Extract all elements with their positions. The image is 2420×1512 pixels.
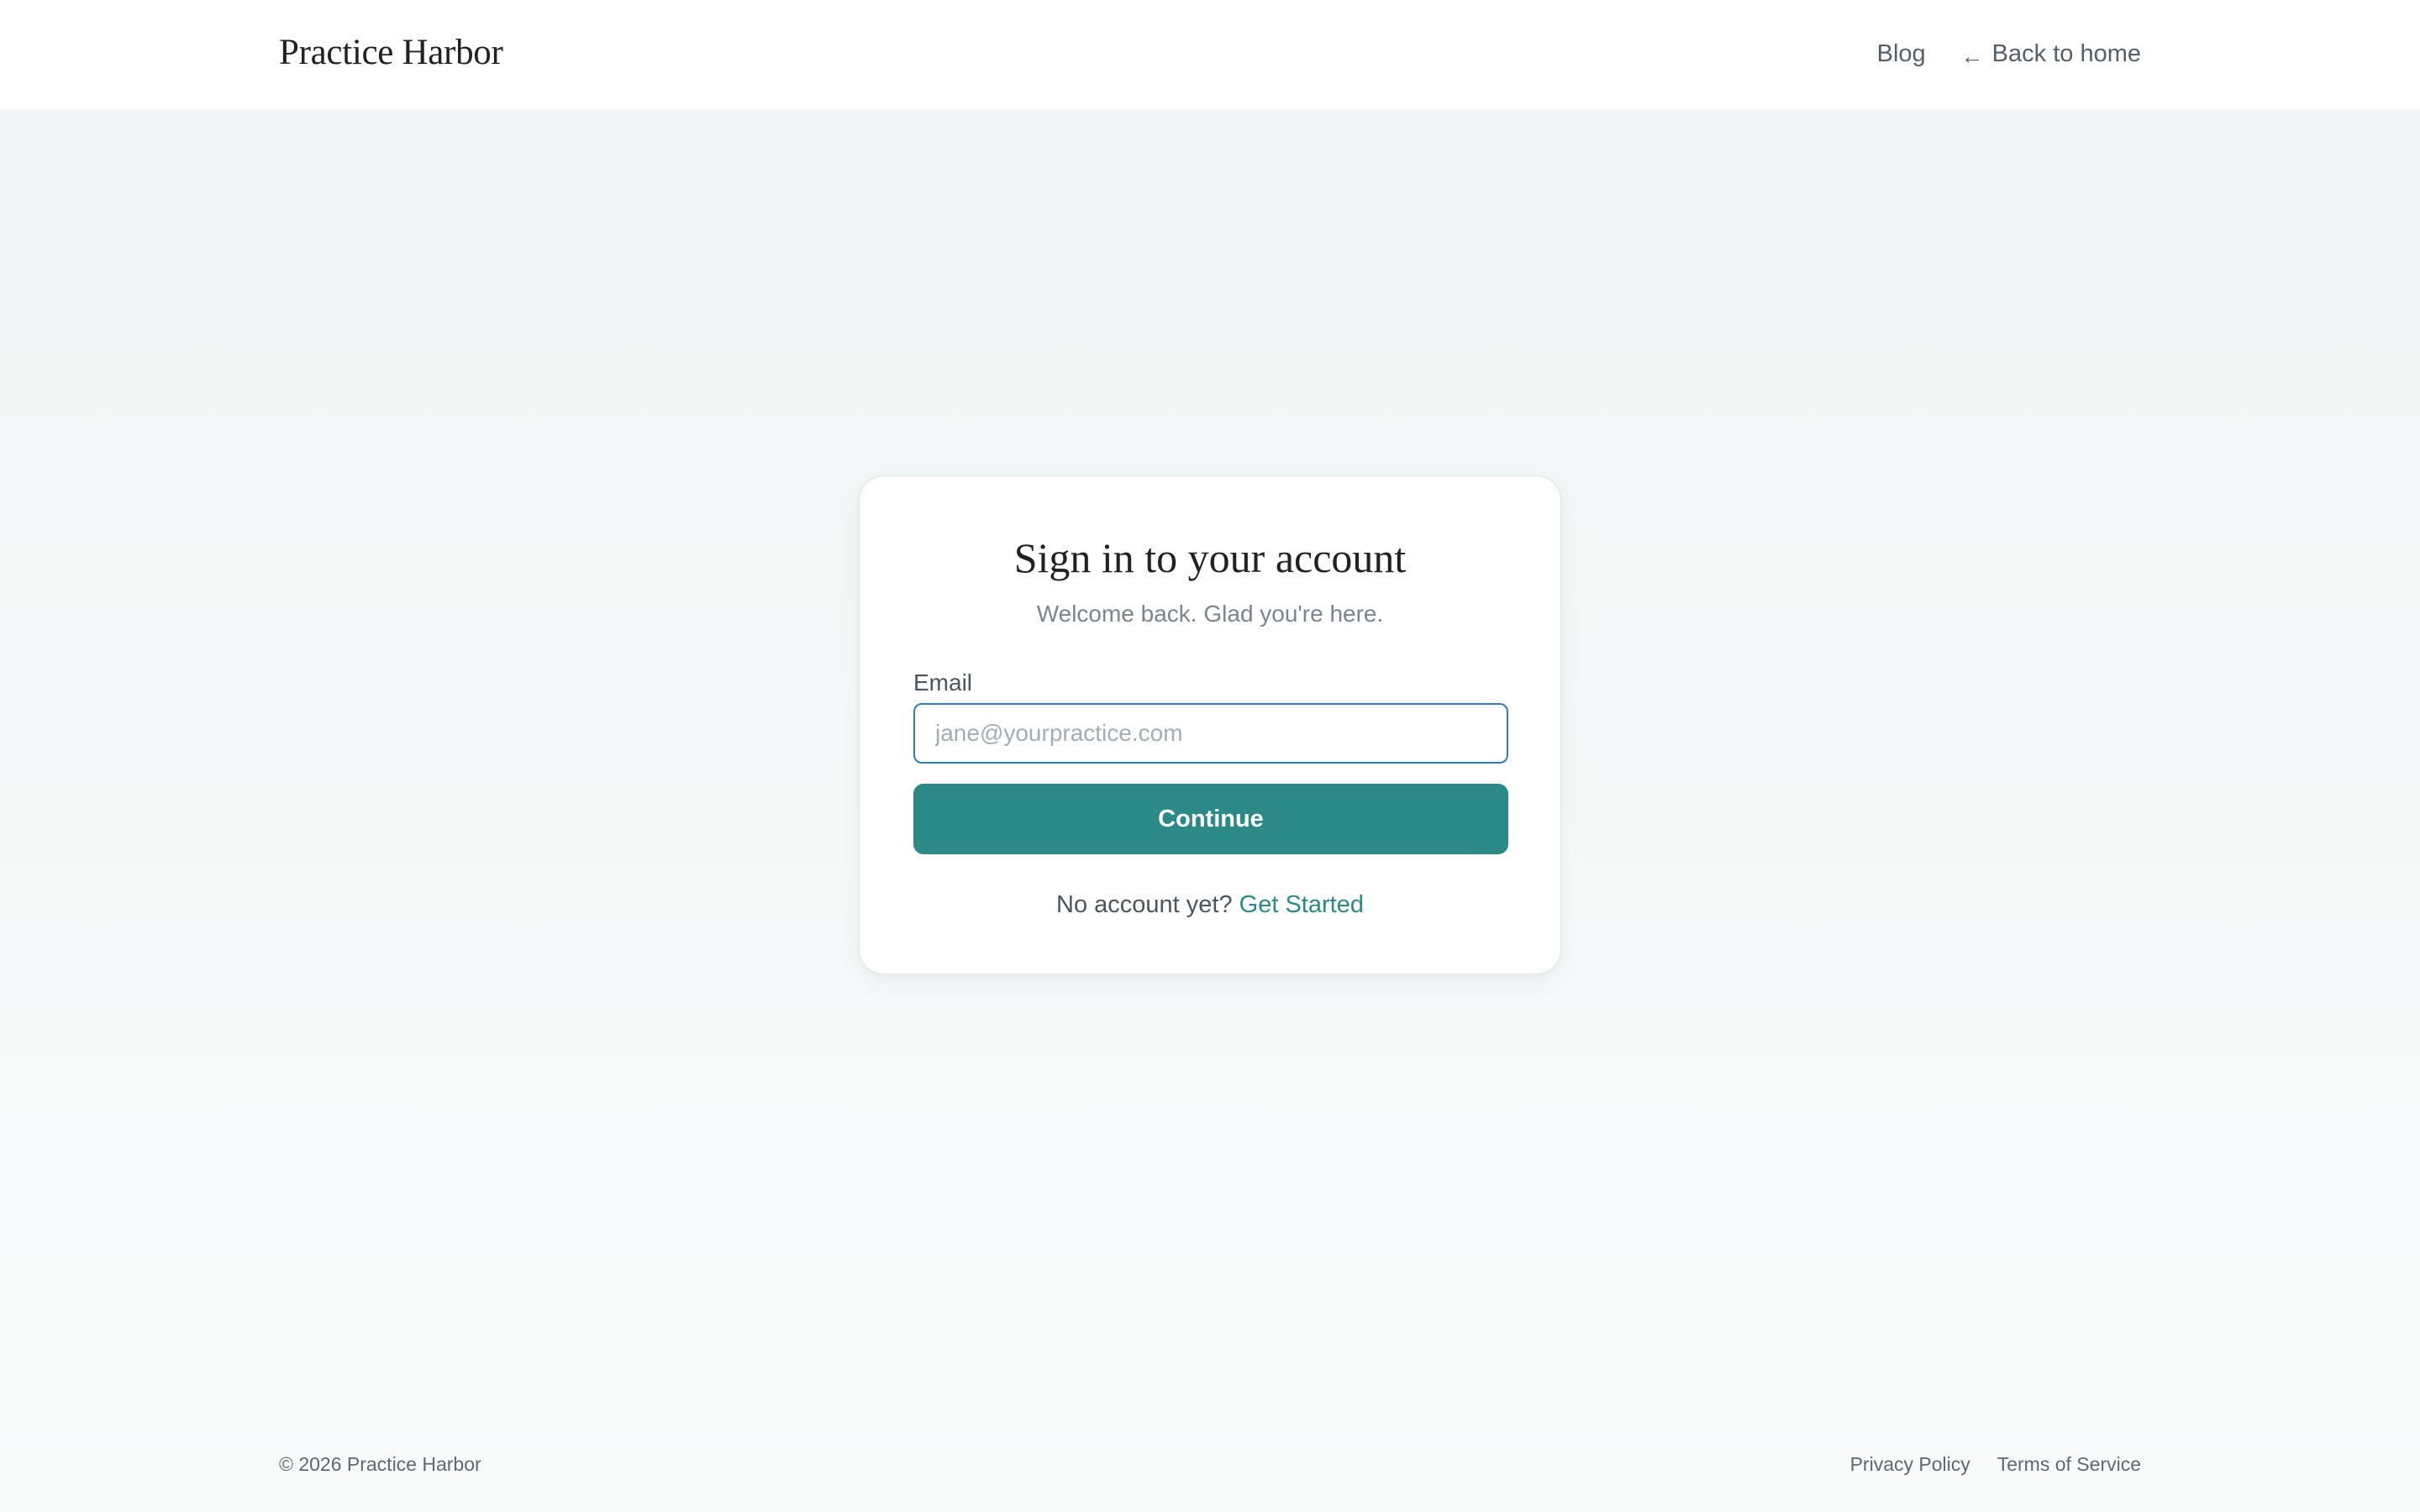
no-account-text: No account yet?: [1056, 891, 1239, 918]
signup-prompt: No account yet? Get Started: [860, 891, 1560, 919]
get-started-link[interactable]: Get Started: [1239, 891, 1364, 918]
header-nav: Blog ← Back to home: [1877, 40, 2141, 69]
terms-of-service-link[interactable]: Terms of Service: [1997, 1453, 2141, 1476]
privacy-policy-link[interactable]: Privacy Policy: [1850, 1453, 1970, 1476]
signin-subtitle: Welcome back. Glad you're here.: [1036, 601, 1384, 627]
email-label: Email: [913, 669, 973, 696]
brand-logo-text[interactable]: Practice Harbor: [279, 32, 503, 73]
top-navigation-bar: Practice Harbor Blog ← Back to home: [0, 0, 2420, 111]
signin-title: Sign in to your account: [1013, 534, 1407, 581]
blog-link[interactable]: Blog: [1877, 40, 1926, 68]
back-to-home-link[interactable]: ← Back to home: [1960, 40, 2141, 69]
continue-button[interactable]: Continue: [913, 784, 1508, 854]
footer-copyright: © 2026 Practice Harbor: [279, 1453, 481, 1475]
back-to-home-label: Back to home: [1991, 40, 2141, 67]
signin-card: Sign in to your account Welcome back. Gl…: [859, 475, 1561, 974]
email-field[interactable]: [913, 703, 1508, 764]
footer-links: Privacy Policy Terms of Service: [1850, 1453, 2141, 1476]
arrow-left-icon: ←: [1960, 44, 1984, 69]
